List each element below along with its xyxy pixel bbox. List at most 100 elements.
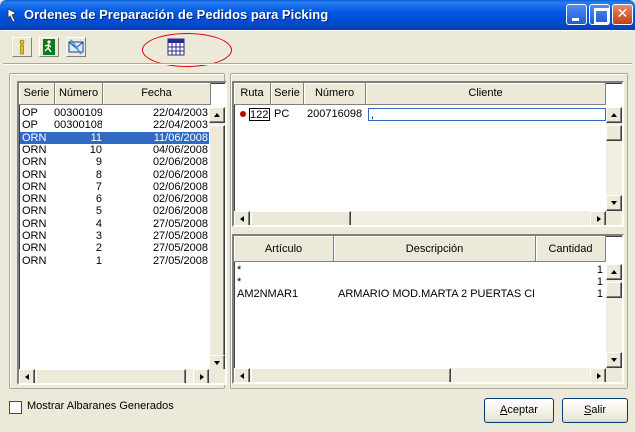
cell-serie: ORN bbox=[22, 168, 47, 181]
table-row[interactable]: OP 00300108 22/04/2003 bbox=[20, 119, 209, 131]
scroll-up-arrow-icon[interactable] bbox=[606, 107, 622, 123]
column-header-numero[interactable]: Número bbox=[55, 83, 103, 105]
cell-numero: 6 bbox=[95, 193, 102, 206]
scroll-corner bbox=[606, 211, 622, 225]
exit-button-bottom[interactable]: Salir bbox=[562, 398, 628, 423]
cell-fecha: 02/06/2008 bbox=[152, 168, 208, 181]
scroll-thumb[interactable] bbox=[251, 211, 351, 225]
scroll-down-arrow-icon[interactable] bbox=[606, 195, 622, 211]
column-header-ruta[interactable]: Ruta bbox=[234, 83, 271, 105]
scroll-thumb[interactable] bbox=[209, 125, 225, 357]
cell-cantidad: 1 bbox=[596, 276, 603, 288]
column-header-cliente[interactable]: Cliente bbox=[366, 83, 606, 105]
scroll-left-arrow-icon[interactable] bbox=[234, 368, 250, 382]
scroll-thumb[interactable] bbox=[606, 125, 622, 141]
column-header-fecha[interactable]: Fecha bbox=[103, 83, 211, 105]
cell-cantidad: 1 bbox=[596, 288, 603, 300]
articles-grid[interactable]: Artículo Descripción Cantidad * 1 * 1 AM2NMA… bbox=[232, 234, 624, 384]
articles-vertical-scrollbar[interactable] bbox=[606, 264, 622, 368]
scroll-corner bbox=[606, 368, 622, 382]
cell-numero: 00300108 bbox=[54, 119, 102, 132]
cell-fecha: 27/05/2008 bbox=[152, 230, 208, 242]
scroll-up-arrow-icon[interactable] bbox=[606, 264, 622, 280]
cell-serie: ORN bbox=[22, 156, 47, 169]
cell-numero: 1 bbox=[95, 254, 102, 267]
cell-numero: 8 bbox=[95, 168, 102, 181]
series-vertical-scrollbar[interactable] bbox=[209, 107, 225, 371]
scroll-right-arrow-icon[interactable] bbox=[590, 368, 606, 382]
table-row[interactable]: ORN 10 04/06/2008 bbox=[20, 144, 209, 156]
column-header-articulo[interactable]: Artículo bbox=[234, 236, 334, 262]
table-row[interactable]: OP 00300109 22/04/2003 bbox=[20, 107, 209, 119]
table-row[interactable]: ORN 9 02/06/2008 bbox=[20, 156, 209, 168]
scroll-down-arrow-icon[interactable] bbox=[606, 352, 622, 368]
cell-serie: PC bbox=[274, 108, 290, 120]
cell-fecha: 02/06/2008 bbox=[152, 193, 208, 206]
info-button[interactable] bbox=[12, 37, 32, 57]
series-grid[interactable]: Serie Número Fecha OP 00300109 22/04/2003 O… bbox=[17, 81, 227, 385]
routes-horizontal-scrollbar[interactable] bbox=[234, 211, 606, 225]
series-horizontal-scrollbar[interactable] bbox=[19, 369, 209, 383]
cell-articulo: * bbox=[237, 276, 242, 288]
column-header-serie[interactable]: Serie bbox=[19, 83, 55, 105]
table-row[interactable]: * 1 bbox=[235, 276, 606, 288]
title-bar: Ordenes de Preparación de Pedidos para P… bbox=[0, 0, 635, 30]
scroll-left-arrow-icon[interactable] bbox=[19, 369, 35, 383]
scroll-thumb[interactable] bbox=[606, 282, 622, 298]
cell-serie: ORN bbox=[22, 131, 47, 144]
table-row[interactable]: ORN 8 02/06/2008 bbox=[20, 169, 209, 181]
routes-vertical-scrollbar[interactable] bbox=[606, 107, 622, 211]
column-header-serie[interactable]: Serie bbox=[271, 83, 304, 105]
toolbar-bottom-border bbox=[3, 63, 632, 65]
table-row[interactable]: ORN 1 27/05/2008 bbox=[20, 255, 209, 267]
table-row[interactable]: * 1 bbox=[235, 264, 606, 276]
table-row[interactable]: ORN 11 11/06/2008 bbox=[20, 131, 209, 144]
show-delivery-notes-label: Mostrar Albaranes Generados bbox=[27, 400, 174, 412]
cell-serie: ORN bbox=[22, 205, 47, 218]
cell-numero: 7 bbox=[95, 180, 102, 193]
accept-button[interactable]: Aceptar bbox=[484, 398, 554, 423]
window-title: Ordenes de Preparación de Pedidos para P… bbox=[24, 7, 329, 22]
table-row[interactable]: ORN 3 27/05/2008 bbox=[20, 230, 209, 242]
table-row[interactable]: ORN 7 02/06/2008 bbox=[20, 181, 209, 193]
cell-numero: 200716098 bbox=[307, 108, 363, 120]
exit-button[interactable] bbox=[39, 37, 59, 57]
cell-serie: ORN bbox=[22, 180, 47, 193]
show-delivery-notes-checkbox[interactable] bbox=[9, 401, 22, 414]
highlight-annotation bbox=[142, 33, 232, 67]
scroll-corner bbox=[209, 369, 225, 383]
cell-numero: 00300109 bbox=[54, 107, 102, 119]
table-row[interactable]: ORN 4 27/05/2008 bbox=[20, 218, 209, 230]
cell-ruta: 122 bbox=[249, 108, 270, 121]
scroll-left-arrow-icon[interactable] bbox=[234, 211, 250, 225]
cell-cantidad: 1 bbox=[596, 264, 603, 276]
cell-numero: 9 bbox=[95, 156, 102, 169]
cell-descripcion bbox=[338, 276, 534, 288]
cell-serie: ORN bbox=[22, 143, 47, 156]
scroll-right-arrow-icon[interactable] bbox=[590, 211, 606, 225]
column-header-numero[interactable]: Número bbox=[304, 83, 366, 105]
scroll-thumb[interactable] bbox=[251, 368, 451, 382]
scroll-right-arrow-icon[interactable] bbox=[193, 369, 209, 383]
app-icon bbox=[7, 8, 17, 23]
cell-numero: 2 bbox=[95, 242, 102, 255]
cell-fecha: 02/06/2008 bbox=[152, 156, 208, 169]
scroll-up-arrow-icon[interactable] bbox=[209, 107, 225, 123]
column-header-cantidad[interactable]: Cantidad bbox=[536, 236, 606, 262]
table-row[interactable]: AM2NMAR1 ARMARIO MOD.MARTA 2 PUERTAS CF 1 bbox=[235, 288, 606, 300]
table-row[interactable]: ORN 5 02/06/2008 bbox=[20, 205, 209, 217]
column-header-descripcion[interactable]: Descripción bbox=[334, 236, 536, 262]
close-button[interactable]: ✕ bbox=[612, 4, 633, 25]
cell-serie: ORN bbox=[22, 242, 47, 255]
minimize-button[interactable] bbox=[566, 4, 587, 25]
table-row[interactable]: 122 PC 200716098, bbox=[235, 108, 606, 121]
mail-icon bbox=[68, 39, 84, 55]
table-row[interactable]: ORN 2 27/05/2008 bbox=[20, 242, 209, 254]
scroll-thumb[interactable] bbox=[36, 369, 186, 383]
routes-grid[interactable]: Ruta Serie Número Cliente 122 PC 200716098… bbox=[232, 81, 624, 227]
table-row[interactable]: ORN 6 02/06/2008 bbox=[20, 193, 209, 205]
mail-button[interactable] bbox=[66, 37, 86, 57]
maximize-button[interactable] bbox=[589, 4, 610, 25]
articles-horizontal-scrollbar[interactable] bbox=[234, 368, 606, 382]
cell-cliente: , bbox=[368, 108, 606, 121]
